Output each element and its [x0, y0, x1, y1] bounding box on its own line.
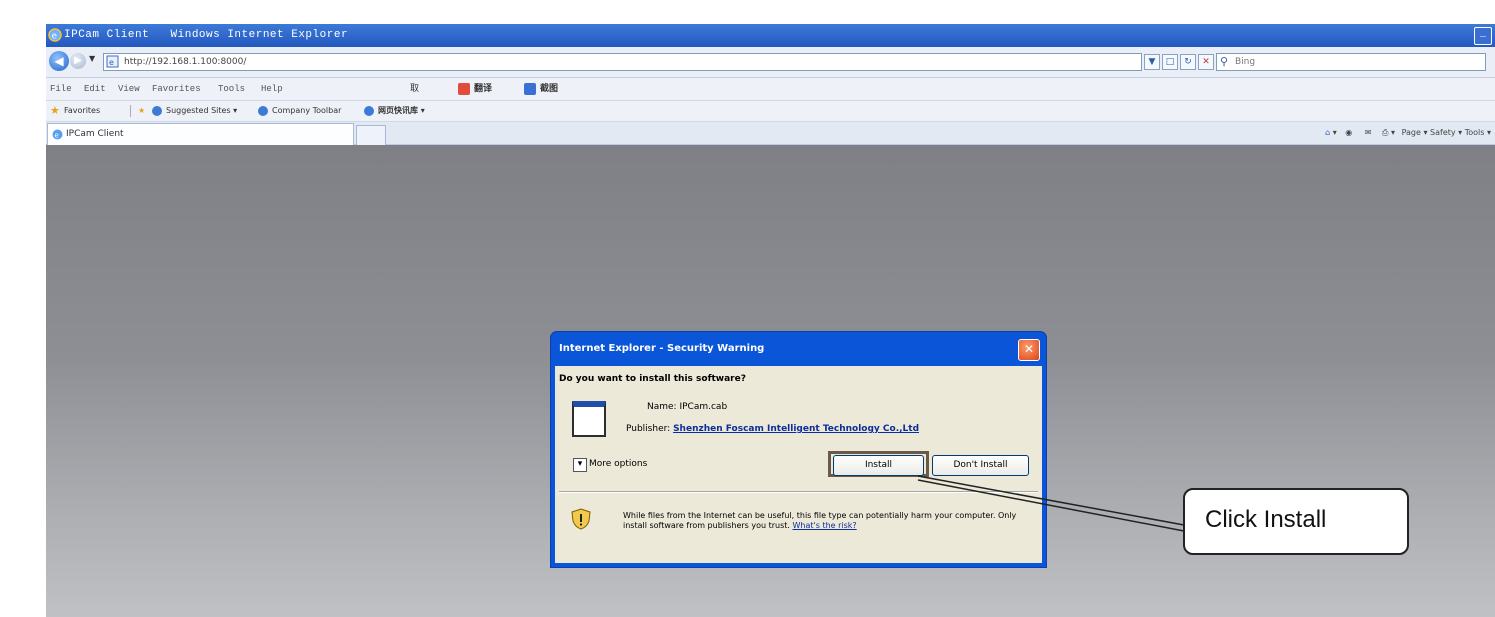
ie-small-icon: [258, 106, 268, 116]
window-title: IPCam Client Windows Internet Explorer: [64, 29, 349, 41]
publisher-label: Publisher:: [626, 424, 671, 434]
title-bar[interactable]: e IPCam Client Windows Internet Explorer…: [46, 24, 1495, 47]
fav-company-toolbar[interactable]: Company Toolbar: [272, 101, 341, 121]
dont-install-button[interactable]: Don't Install: [932, 455, 1029, 476]
svg-text:e: e: [109, 58, 114, 67]
new-tab-button[interactable]: [356, 125, 386, 145]
ie-small-icon: [364, 106, 374, 116]
menu-edit[interactable]: Edit: [84, 78, 106, 100]
menu-view[interactable]: View: [118, 78, 140, 100]
dialog-body: Do you want to install this software? Na…: [555, 366, 1042, 563]
menu-file[interactable]: File: [50, 78, 72, 100]
warning-message: While files from the Internet can be use…: [623, 511, 1038, 531]
recent-pages-dropdown[interactable]: ▼: [89, 54, 95, 63]
fav-suggested-sites[interactable]: Suggested Sites ▾: [166, 101, 237, 121]
search-input[interactable]: ⚲ Bing: [1216, 53, 1486, 71]
ie-icon: e: [48, 28, 62, 42]
dialog-question: Do you want to install this software?: [559, 374, 746, 384]
name-label: Name:: [647, 402, 677, 412]
callout-text: Click Install: [1205, 506, 1327, 533]
name-value: IPCam.cab: [679, 402, 728, 412]
home-icon[interactable]: ⌂: [1325, 128, 1330, 137]
compatibility-icon[interactable]: □: [1162, 54, 1178, 70]
stop-icon[interactable]: ✕: [1198, 54, 1214, 70]
command-menus[interactable]: Page ▾ Safety ▾ Tools ▾: [1402, 128, 1491, 137]
address-bar: ◀ ▶ ▼ e http://192.168.1.100:8000/ ▼ □ ↻…: [46, 47, 1495, 78]
more-options-label[interactable]: More options: [589, 458, 647, 470]
close-button[interactable]: ✕: [1018, 339, 1040, 361]
publisher-link[interactable]: Shenzhen Foscam Intelligent Technology C…: [673, 424, 919, 434]
toolbar-screenshot[interactable]: 截图: [540, 78, 558, 100]
fav-web-slice[interactable]: 网页快讯库 ▾: [378, 101, 425, 121]
name-row: Name: IPCam.cab: [647, 402, 727, 412]
tab-title: IPCam Client: [66, 129, 124, 139]
minimize-button[interactable]: _: [1474, 27, 1492, 45]
page-icon: e: [106, 55, 119, 68]
publisher-row: Publisher: Shenzhen Foscam Intelligent T…: [626, 424, 919, 434]
svg-text:e: e: [55, 132, 59, 140]
tab-ipcam-client[interactable]: e IPCam Client: [47, 123, 354, 145]
forward-button[interactable]: ▶: [70, 53, 86, 69]
mail-icon[interactable]: ✉: [1365, 128, 1372, 137]
translate-tool-icon[interactable]: 取: [410, 78, 419, 100]
favorites-bar: ★ Favorites ★ Suggested Sites ▾ Company …: [46, 101, 1495, 122]
address-dropdown-button[interactable]: ▼: [1144, 54, 1160, 70]
expand-more-options-button[interactable]: ▾: [573, 458, 587, 472]
application-icon: [572, 401, 606, 437]
search-placeholder: Bing: [1235, 57, 1256, 67]
favorites-button[interactable]: Favorites: [64, 101, 100, 121]
ie-icon: e: [52, 129, 63, 140]
whats-the-risk-link[interactable]: What's the risk?: [793, 521, 857, 530]
command-bar: ⌂ ▾ ◉ ✉ ⎙ ▾ Page ▾ Safety ▾ Tools ▾: [1325, 128, 1491, 137]
address-input[interactable]: e http://192.168.1.100:8000/: [103, 53, 1142, 71]
favorites-star-icon: ★: [50, 104, 60, 117]
back-button[interactable]: ◀: [49, 51, 69, 71]
refresh-icon[interactable]: ↻: [1180, 54, 1196, 70]
separator: [130, 105, 131, 117]
annotation-callout: Click Install: [1183, 488, 1409, 555]
tab-bar: e IPCam Client ⌂ ▾ ◉ ✉ ⎙ ▾ Page ▾ Safety…: [46, 122, 1495, 145]
toolbar-translate[interactable]: 翻译: [474, 78, 492, 100]
shield-warning-icon: [571, 508, 591, 530]
search-icon: ⚲: [1220, 55, 1229, 68]
menu-help[interactable]: Help: [261, 78, 283, 100]
translate-icon: [458, 83, 470, 95]
menu-tools[interactable]: Tools: [218, 78, 245, 100]
screenshot-icon: [524, 83, 536, 95]
url-text: http://192.168.1.100:8000/: [124, 57, 247, 67]
menu-favorites[interactable]: Favorites: [152, 78, 201, 100]
ie-small-icon: [152, 106, 162, 116]
print-icon[interactable]: ⎙: [1382, 128, 1388, 137]
svg-text:e: e: [52, 32, 58, 42]
menu-bar: File Edit View Favorites Tools Help 取 翻译…: [46, 78, 1495, 101]
install-button[interactable]: Install: [833, 455, 924, 476]
feeds-icon[interactable]: ◉: [1345, 128, 1352, 137]
dialog-title: Internet Explorer - Security Warning: [559, 343, 765, 354]
security-warning-dialog: Internet Explorer - Security Warning ✕ D…: [551, 332, 1046, 567]
add-favorites-icon[interactable]: ★: [138, 101, 145, 121]
divider: [559, 491, 1038, 493]
